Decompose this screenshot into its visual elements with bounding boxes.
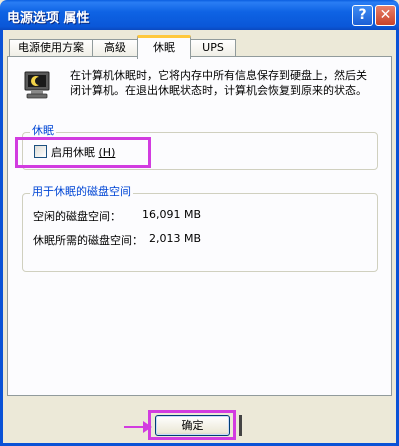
- help-button[interactable]: ?: [352, 5, 373, 26]
- tab-advanced[interactable]: 高级: [92, 39, 138, 56]
- tab-ups[interactable]: UPS: [190, 39, 236, 56]
- free-space-value: 16,091 MB: [142, 208, 202, 221]
- required-space-label: 休眠所需的磁盘空间：: [33, 234, 143, 247]
- title-bar[interactable]: 电源选项 属性 ? ✕: [0, 0, 399, 30]
- hibernate-group-title: 休眠: [30, 124, 56, 137]
- hibernate-description: 在计算机休眠时，它将内存中所有信息保存到硬盘上，然后关闭计算机。在退出休眠状态时…: [70, 69, 367, 97]
- tab-power-schemes[interactable]: 电源使用方案: [9, 39, 93, 56]
- battery-computer-icon: [24, 71, 50, 99]
- close-button[interactable]: ✕: [375, 5, 396, 26]
- window-title: 电源选项 属性: [7, 11, 90, 26]
- disk-space-group-title: 用于休眠的磁盘空间: [30, 185, 133, 198]
- free-space-label: 空闲的磁盘空间：: [33, 210, 121, 223]
- required-space-value: 2,013 MB: [149, 232, 202, 245]
- tab-hibernate[interactable]: 休眠: [137, 35, 191, 59]
- partial-button-edge: [239, 415, 242, 436]
- ok-button-highlight-box: [148, 410, 236, 440]
- checkbox-highlight-box: [15, 137, 151, 168]
